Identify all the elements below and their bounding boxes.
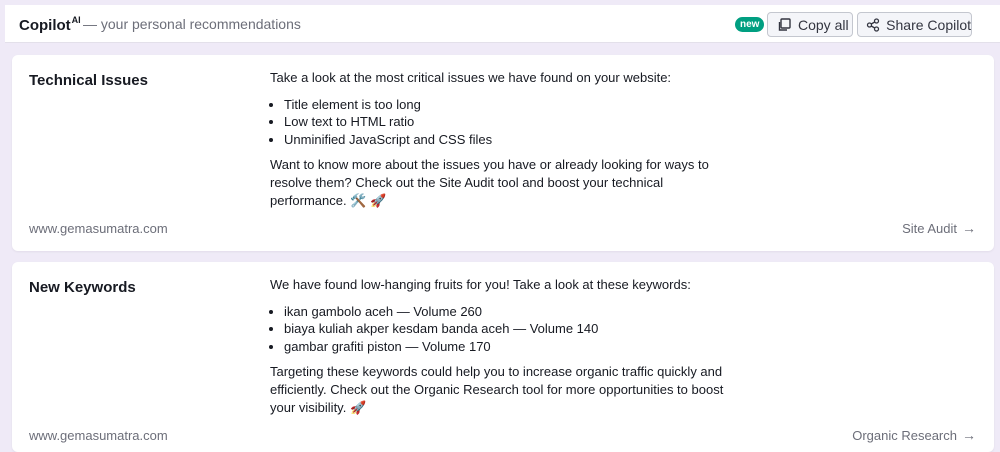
new-badge: new (735, 17, 765, 32)
copy-icon (776, 17, 792, 33)
organic-research-link[interactable]: Organic Research → (852, 427, 976, 443)
card-domain: www.gemasumatra.com (29, 428, 168, 443)
copilot-title-text: Copilot (19, 17, 71, 34)
issue-list: Title element is too long Low text to HT… (270, 96, 740, 149)
card-body: Take a look at the most critical issues … (270, 69, 740, 209)
organic-research-label: Organic Research (852, 428, 957, 443)
card-intro: Take a look at the most critical issues … (270, 70, 672, 85)
copy-all-button[interactable]: Copy all (767, 12, 853, 37)
site-audit-link[interactable]: Site Audit → (902, 220, 976, 236)
list-item: Unminified JavaScript and CSS files (284, 131, 740, 149)
arrow-right-icon: → (962, 220, 976, 236)
list-item: Title element is too long (284, 96, 740, 114)
card-intro: We have found low-hanging fruits for you… (270, 277, 691, 292)
share-copilot-label: Share Copilot (886, 16, 971, 33)
keyword-list: ikan gambolo aceh — Volume 260 biaya kul… (270, 303, 740, 356)
card-outro: Want to know more about the issues you h… (270, 157, 709, 208)
share-icon (866, 17, 880, 33)
card-body: We have found low-hanging fruits for you… (270, 276, 740, 416)
arrow-right-icon: → (962, 427, 976, 443)
share-copilot-button[interactable]: Share Copilot (857, 12, 972, 37)
list-item: biaya kuliah akper kesdam banda aceh — V… (284, 320, 740, 338)
technical-issues-card: Technical Issues Take a look at the most… (12, 55, 994, 251)
copilot-header: CopilotAI — your personal recommendation… (5, 5, 1000, 43)
list-item: ikan gambolo aceh — Volume 260 (284, 303, 740, 321)
site-audit-label: Site Audit (902, 221, 957, 236)
copilot-tagline: — your personal recommendations (83, 16, 301, 32)
list-item: Low text to HTML ratio (284, 113, 740, 131)
list-item: gambar grafiti piston — Volume 170 (284, 338, 740, 356)
copy-all-label: Copy all (798, 16, 849, 33)
copilot-title: CopilotAI (19, 15, 81, 34)
ai-superscript: AI (71, 15, 81, 25)
card-title: Technical Issues (29, 72, 148, 89)
card-outro: Targeting these keywords could help you … (270, 364, 724, 415)
card-title: New Keywords (29, 279, 136, 296)
new-keywords-card: New Keywords We have found low-hanging f… (12, 262, 994, 452)
card-domain: www.gemasumatra.com (29, 221, 168, 236)
